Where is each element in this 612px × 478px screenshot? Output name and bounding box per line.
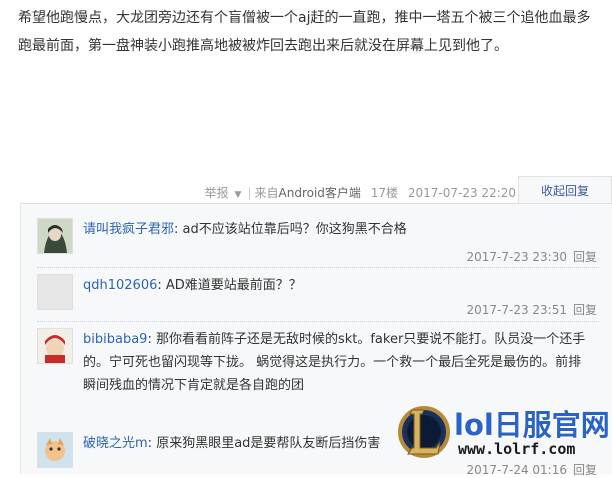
floor-number: 17楼 (370, 186, 399, 200)
source-prefix: 来自 (254, 186, 279, 200)
post-content: 希望他跑慢点，大龙团旁边还有个盲僧被一个aj赶的一直跑，推中一塔五个被三个追他血… (18, 10, 591, 54)
post-datetime: 2017-07-23 22:20 (407, 186, 516, 200)
reply-username[interactable]: bibibaba9 (83, 332, 147, 347)
avatar[interactable] (37, 274, 73, 310)
reply-meta: 2017-7-23 23:30 回复 (466, 248, 597, 265)
watermark-url: www.lolrf.com (458, 440, 576, 458)
reply-text: bibibaba9: 那你看看前阵子还是无敌时候的skt。faker只要说不能打… (83, 332, 586, 393)
reply-username[interactable]: 请叫我疯子君邪 (83, 222, 174, 237)
divider-bar: | (247, 186, 252, 200)
avatar[interactable] (37, 328, 73, 364)
lol-logo-icon (398, 406, 450, 458)
report-label: 举报 (204, 186, 229, 200)
reply-content: 那你看看前阵子还是无敌时候的skt。faker只要说不能打。队员没一个还手的。宁… (83, 332, 586, 393)
source-link[interactable]: Android客户端 (279, 186, 361, 200)
watermark-title: lol日服官网 (454, 408, 610, 442)
reply-content: ad不应该站位靠后吗？你这狗黑不合格 (182, 222, 407, 237)
site-watermark: lol日服官网 www.lolrf.com (398, 402, 612, 464)
reply-content: 原来狗黑眼里ad是要帮队友断后挡伤害 (156, 436, 381, 451)
reply-username[interactable]: qdh102606 (83, 278, 157, 293)
reply-time: 2017-7-23 23:51 (466, 303, 567, 317)
reply-time: 2017-7-24 01:16 (466, 463, 567, 477)
report-button[interactable]: 举报 ▼ (199, 186, 242, 200)
avatar[interactable] (37, 218, 73, 254)
chevron-down-icon: ▼ (234, 190, 242, 200)
reply-divider (37, 267, 599, 268)
reply-meta: 2017-7-23 23:51 回复 (466, 301, 597, 318)
reply-text: 请叫我疯子君邪: ad不应该站位靠后吗？你这狗黑不合格 (83, 222, 407, 237)
reply-content: AD难道要站最前面？？ (165, 278, 302, 293)
reply-text: qdh102606: AD难道要站最前面？？ (83, 278, 302, 293)
reply-button[interactable]: 回复 (573, 303, 597, 317)
avatar[interactable] (37, 432, 73, 468)
collapse-replies-button[interactable]: 收起回复 (518, 176, 612, 205)
reply-username[interactable]: 破晓之光m (83, 436, 148, 451)
reply-time: 2017-7-23 23:30 (466, 250, 567, 264)
post-meta-bar: 举报 ▼ | 来自Android客户端 17楼 2017-07-23 22:20 收起… (0, 176, 612, 205)
reply-button[interactable]: 回复 (573, 250, 597, 264)
reply-divider (37, 321, 599, 322)
post-meta-line: 举报 ▼ | 来自Android客户端 17楼 2017-07-23 22:20 (193, 184, 516, 201)
reply-button[interactable]: 回复 (573, 463, 597, 477)
